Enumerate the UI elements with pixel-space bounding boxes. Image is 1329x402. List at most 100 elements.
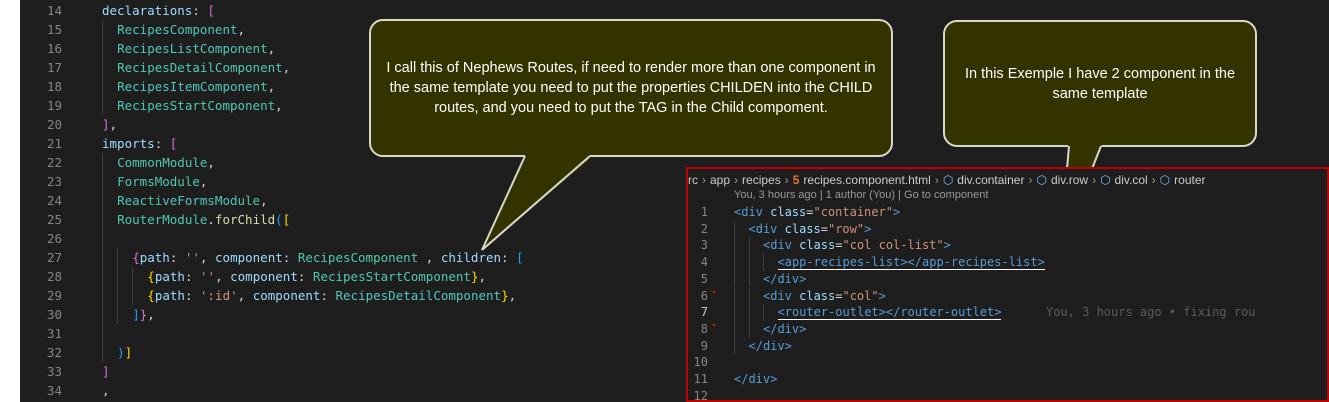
code-line[interactable]: 23 FormsModule, (20, 172, 720, 191)
template-line[interactable]: 10 (688, 354, 1327, 371)
breadcrumb-separator-icon: › (734, 173, 739, 187)
code-line[interactable]: 34, (20, 381, 720, 400)
template-line[interactable]: 9 </div> (688, 337, 1327, 355)
code-token: , (207, 155, 215, 170)
template-line[interactable]: 4 <app-recipes-list></app-recipes-list> (688, 254, 1327, 271)
indent-guide (748, 287, 750, 305)
code-token: "container" (813, 205, 893, 219)
code-text: ]}, (132, 305, 155, 324)
template-line[interactable]: 6 ▸ <div class="col"> (688, 287, 1327, 305)
code-line[interactable]: 33] (20, 362, 720, 381)
breadcrumb-item[interactable]: div.row (1051, 173, 1088, 187)
inline-blame-text: You, 3 hours ago • fixing rou (1046, 305, 1256, 320)
code-token: > (878, 288, 886, 303)
code-token: class (784, 221, 821, 236)
code-text: </div> (734, 371, 777, 388)
indent-guide (132, 286, 134, 305)
code-token: , (508, 288, 517, 303)
template-line[interactable]: 8 ▸ </div> (688, 319, 1327, 338)
line-number: 1 (700, 205, 708, 219)
code-token: , (282, 60, 291, 75)
breadcrumb-item[interactable]: app (710, 173, 730, 187)
code-token: </div> (763, 321, 807, 336)
code-text: <router-outlet></router-outlet> (777, 304, 1002, 321)
template-line[interactable]: 1 <div class="container"> (688, 204, 1327, 221)
indent-guide (102, 229, 103, 248)
code-token: RecipesListComponent (117, 41, 268, 56)
code-token: <div (734, 205, 771, 219)
code-token: > (864, 221, 872, 236)
code-line[interactable]: 27 {path: '', component: RecipesComponent… (20, 248, 720, 267)
breadcrumb-separator-icon: › (702, 173, 706, 187)
template-line[interactable]: 7 <router-outlet></router-outlet> You, 3 h… (688, 304, 1327, 321)
line-number: 7 (700, 305, 708, 320)
code-token: "col col-list" (842, 238, 944, 253)
indent-guide (102, 153, 103, 172)
breadcrumb-item[interactable]: div.col (1115, 173, 1148, 187)
code-token: : (282, 250, 298, 265)
code-token: } (501, 288, 509, 303)
code-text: RecipesStartComponent, (117, 96, 283, 115)
code-line[interactable]: 24 ReactiveFormsModule, (20, 191, 720, 210)
code-text: <div class="container"> (734, 204, 900, 221)
code-token: RecipesStartComponent (117, 98, 276, 113)
code-text: {path: '', component: RecipesComponent ,… (132, 248, 523, 267)
code-line[interactable]: 30]}, (20, 305, 720, 324)
indent-guide (102, 20, 103, 39)
code-line[interactable]: 31 (20, 324, 720, 343)
element-symbol-icon: ⬡ (1159, 173, 1171, 187)
git-change-marker-icon: ▸ (712, 319, 717, 329)
code-text: ReactiveFormsModule, (117, 191, 268, 210)
code-token: ReactiveFormsModule (117, 193, 261, 208)
code-line[interactable]: 14 declarations: [ (20, 1, 720, 20)
code-token: . (207, 212, 215, 227)
breadcrumb-item[interactable]: rc (688, 173, 698, 187)
breadcrumb-item[interactable]: recipes (742, 173, 781, 187)
template-line[interactable]: 3 <div class="col col-list"> (688, 237, 1327, 255)
code-token: , (199, 174, 208, 189)
breadcrumb-separator-icon: › (1028, 173, 1033, 187)
indent-guide (763, 304, 764, 321)
breadcrumb-item[interactable]: recipes.component.html (803, 173, 930, 187)
code-text: RouterModule.forChild([ (117, 210, 290, 229)
code-line[interactable]: 25 RouterModule.forChild([ (20, 210, 720, 229)
line-number: 33 (46, 364, 62, 379)
code-token: class (799, 238, 836, 253)
indent-guide (734, 220, 735, 238)
code-line[interactable]: 29 {path: ':id', component: RecipesDetail… (20, 286, 720, 305)
breadcrumb-item[interactable]: router (1174, 173, 1205, 187)
line-number: 16 (46, 41, 62, 56)
indent-guide (748, 304, 750, 321)
code-text: RecipesComponent, (117, 20, 245, 39)
indent-guide (102, 210, 103, 229)
code-token: component (230, 269, 298, 284)
template-line[interactable]: 11 </div> (688, 371, 1327, 388)
code-line[interactable]: 28 {path: '', component: RecipesStartComp… (20, 267, 720, 286)
git-blame-codelens[interactable]: You, 3 hours ago | 1 author (You) | Go t… (734, 189, 988, 201)
code-token: <router-outlet></router-outlet> (777, 305, 1002, 321)
code-token: : (154, 136, 170, 151)
breadcrumb-item[interactable]: div.container (957, 173, 1024, 187)
code-token: RecipesStartComponent (312, 269, 471, 284)
indent-guide (102, 267, 103, 286)
code-token: : (320, 288, 336, 303)
template-line[interactable]: 2 <div class="row"> (688, 220, 1327, 238)
indent-guide (102, 77, 103, 96)
breadcrumb[interactable]: rc › app › recipes › 5 recipes.component.html › ⬡… (688, 171, 1327, 189)
indent-guide (734, 270, 735, 288)
code-text: <div class="col"> (763, 288, 886, 305)
template-line[interactable]: 5 </div> (688, 270, 1327, 288)
code-text: )] (117, 343, 132, 362)
indent-guide (102, 286, 103, 305)
code-line[interactable]: 26 (20, 229, 720, 248)
code-token: : (297, 269, 313, 284)
code-token: = (820, 221, 828, 236)
code-token: , (478, 269, 487, 284)
indent-guide (102, 96, 103, 115)
code-line[interactable]: 32)] (20, 343, 720, 362)
code-text: FormsModule, (117, 172, 207, 191)
code-token: </div> (748, 338, 792, 353)
code-token: RouterModule (117, 212, 208, 227)
template-line[interactable]: 12 (688, 388, 1327, 400)
code-token: ( (275, 212, 283, 227)
